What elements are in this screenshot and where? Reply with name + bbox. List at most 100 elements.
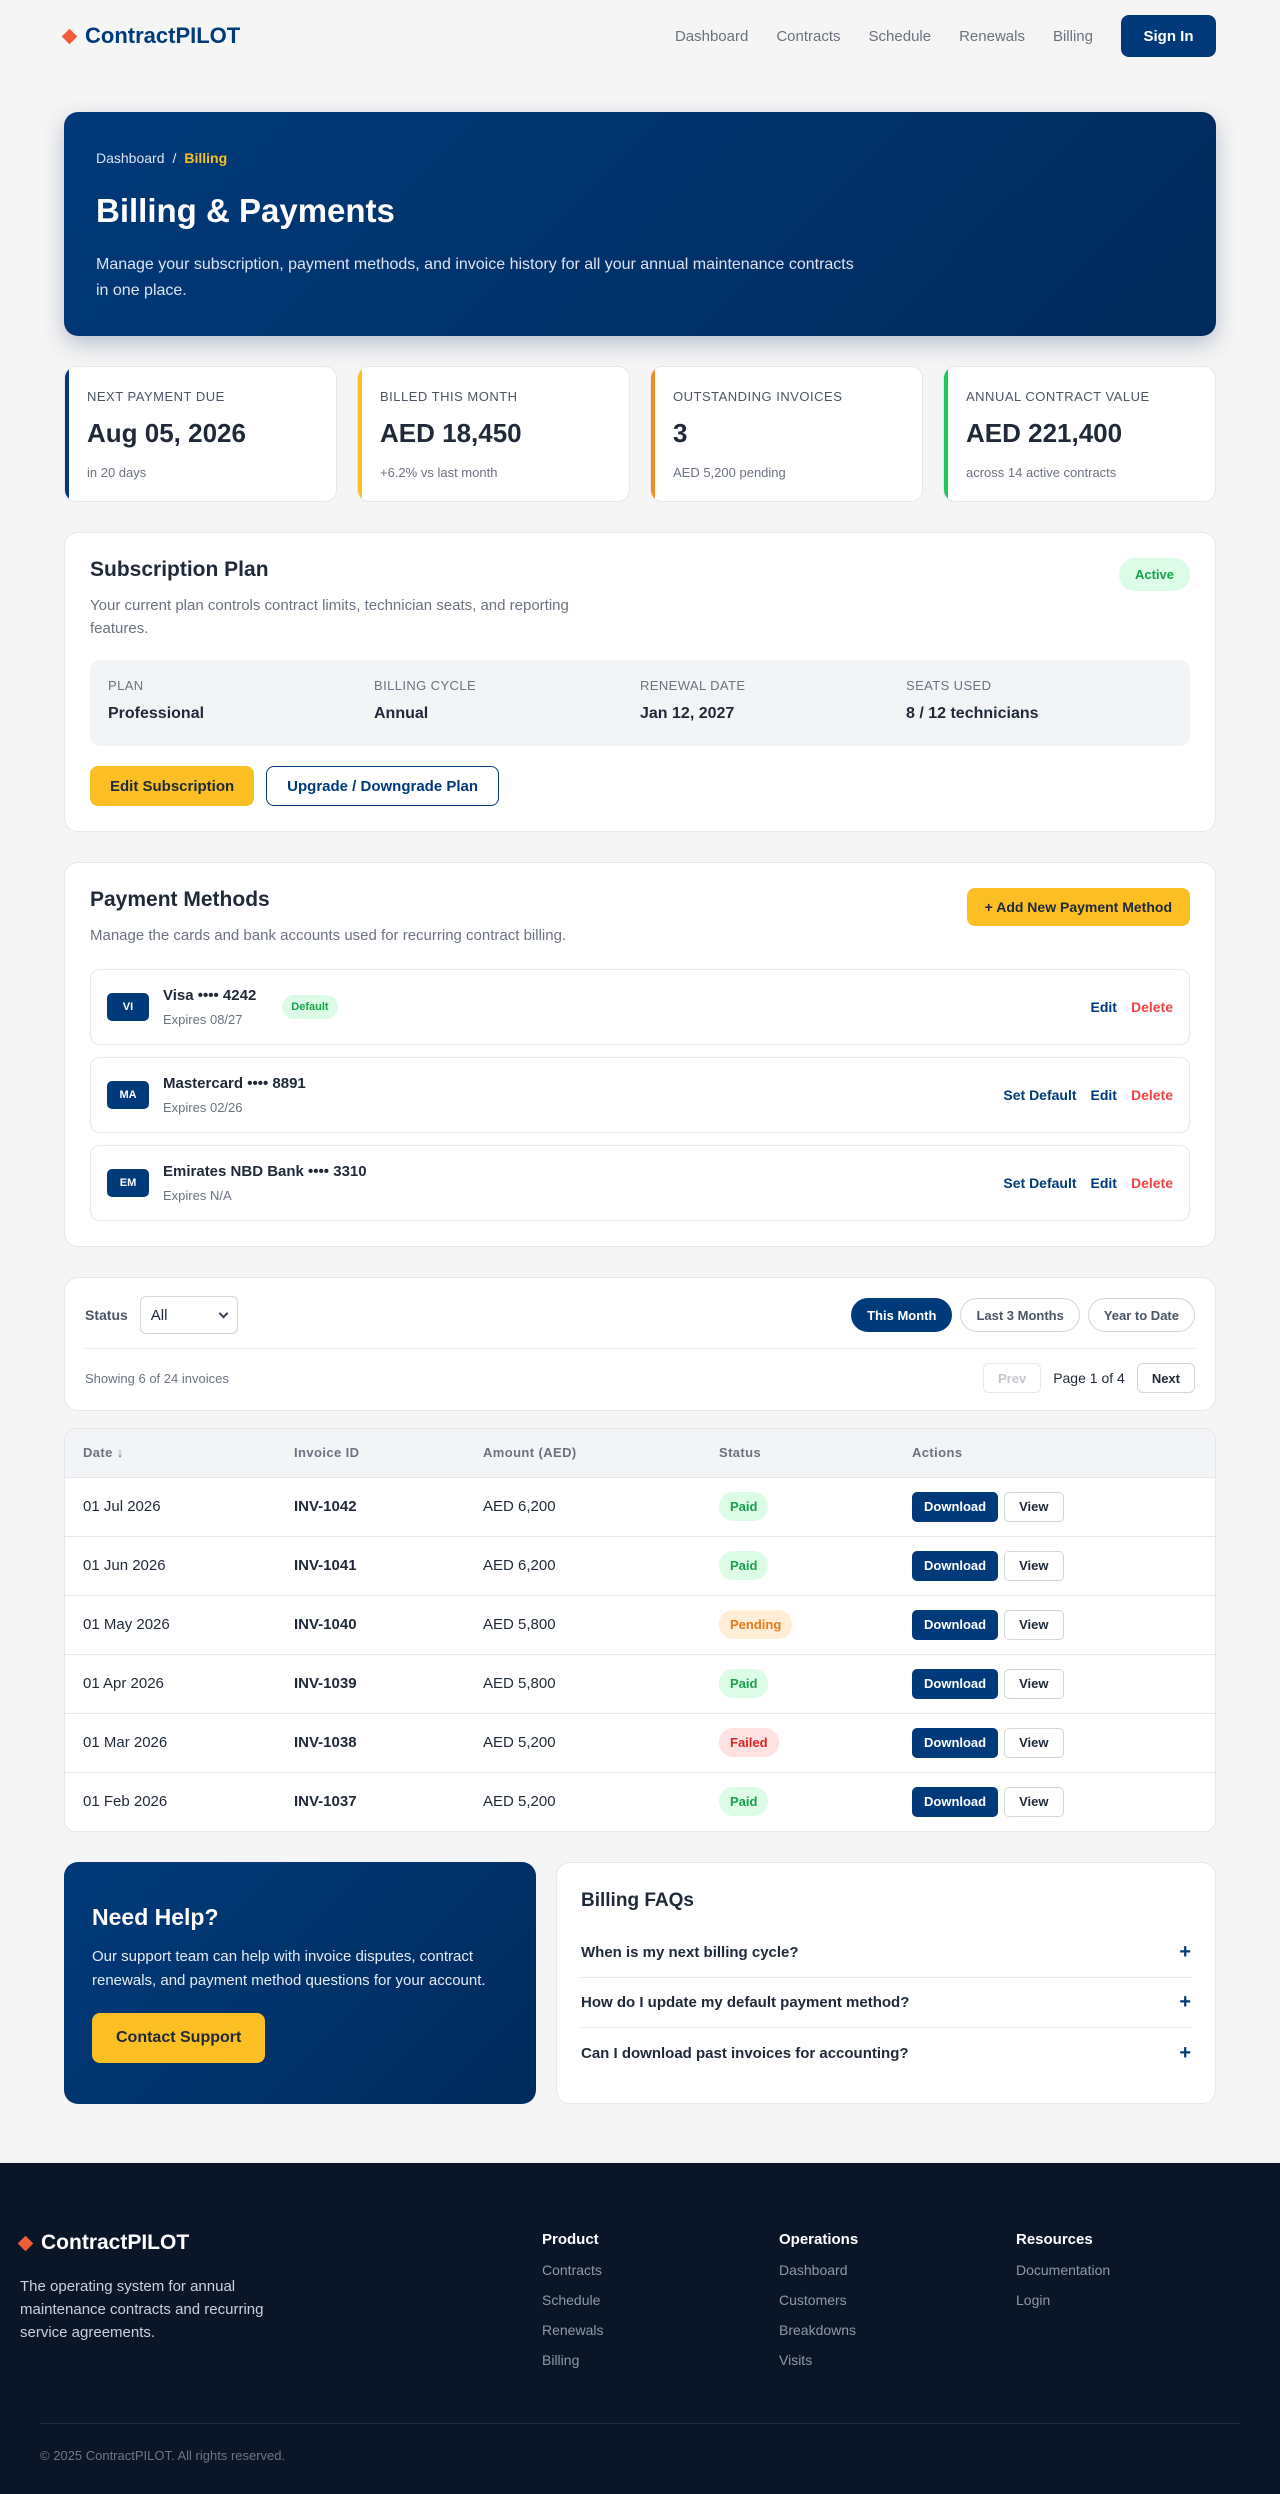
footer-link[interactable]: Documentation: [1016, 2262, 1253, 2278]
nav-contracts[interactable]: Contracts: [776, 28, 840, 45]
col-date[interactable]: Date ↓: [65, 1429, 276, 1477]
sign-in-button[interactable]: Sign In: [1121, 15, 1216, 57]
download-button[interactable]: Download: [912, 1609, 999, 1640]
delete-link[interactable]: Delete: [1131, 999, 1173, 1015]
faq-card: Billing FAQs When is my next billing cyc…: [556, 1862, 1216, 2104]
nav-billing[interactable]: Billing: [1053, 28, 1093, 45]
col-status-label: Status: [719, 1445, 762, 1461]
site-footer: ContractPILOT The operating system for a…: [0, 2163, 1280, 2494]
brand-logo[interactable]: ContractPILOT: [61, 23, 241, 49]
plus-icon: +: [1179, 2041, 1191, 2064]
view-button[interactable]: View: [1004, 1727, 1064, 1758]
faq-title: Billing FAQs: [581, 1890, 694, 1911]
copyright: © 2025 ContractPILOT. All rights reserve…: [40, 2423, 1240, 2463]
add-payment-method-button[interactable]: + Add New Payment Method: [966, 888, 1190, 926]
footer-brand-name: ContractPILOT: [41, 2231, 190, 2254]
set-default-link[interactable]: Set Default: [1003, 1175, 1076, 1191]
invoice-date: 01 Feb 2026: [65, 1771, 276, 1831]
edit-subscription-button[interactable]: Edit Subscription: [90, 766, 255, 806]
period-year-to-date[interactable]: Year to Date: [1087, 1298, 1195, 1332]
view-button[interactable]: View: [1004, 1491, 1064, 1522]
col-actions: Actions: [894, 1429, 1215, 1477]
footer-link[interactable]: Renewals: [542, 2322, 779, 2338]
page-indicator: Page 1 of 4: [1053, 1370, 1125, 1386]
faq-item[interactable]: Can I download past invoices for account…: [581, 2028, 1191, 2078]
brand-name: ContractPILOT: [85, 23, 241, 48]
edit-link[interactable]: Edit: [1091, 1087, 1117, 1103]
payment-method-expiry: Expires N/A: [163, 1188, 232, 1203]
plus-icon: +: [1179, 1941, 1191, 1963]
col-date-label: Date ↓: [83, 1445, 124, 1461]
footer-link[interactable]: Breakdowns: [779, 2322, 1016, 2338]
edit-link[interactable]: Edit: [1091, 1175, 1117, 1191]
payment-method-item: VI Visa •••• 4242 Expires 08/27 Default …: [90, 969, 1190, 1045]
footer-link[interactable]: Visits: [779, 2352, 1016, 2368]
status-select[interactable]: All: [139, 1296, 238, 1334]
nav-renewals[interactable]: Renewals: [959, 28, 1025, 45]
nav-schedule[interactable]: Schedule: [869, 28, 932, 45]
page-title: Billing & Payments: [96, 192, 395, 229]
stat-label: Next Payment Due: [87, 389, 225, 404]
table-row: 01 Apr 2026 INV-1039 AED 5,800 Paid Down…: [65, 1653, 1215, 1713]
upgrade-plan-button[interactable]: Upgrade / Downgrade Plan: [266, 766, 500, 806]
status-badge: Paid: [719, 1787, 769, 1817]
faq-item[interactable]: How do I update my default payment metho…: [581, 1978, 1191, 2028]
payment-method-name: Mastercard •••• 8891: [163, 1075, 306, 1092]
footer-link[interactable]: Schedule: [542, 2292, 779, 2308]
footer-column-product: Product Contracts Schedule Renewals Bill…: [542, 2231, 779, 2368]
table-header-row: Date ↓ Invoice ID Amount (AED) Status Ac…: [65, 1429, 1215, 1477]
faq-question: When is my next billing cycle?: [581, 1944, 799, 1961]
col-actions-label: Actions: [912, 1445, 963, 1461]
table-row: 01 Jun 2026 INV-1041 AED 6,200 Paid Down…: [65, 1535, 1215, 1595]
plan-value: Professional: [108, 705, 205, 722]
download-button[interactable]: Download: [912, 1727, 999, 1758]
nav-dashboard[interactable]: Dashboard: [675, 28, 748, 45]
period-last-3-months[interactable]: Last 3 Months: [960, 1298, 1080, 1332]
invoice-date: 01 Mar 2026: [65, 1712, 276, 1772]
download-button[interactable]: Download: [912, 1491, 999, 1522]
page-description: Manage your subscription, payment method…: [96, 256, 854, 299]
footer-description: The operating system for annual maintena…: [20, 2278, 264, 2341]
col-status: Status: [701, 1429, 894, 1477]
breadcrumb-home[interactable]: Dashboard: [96, 150, 165, 166]
contact-support-button[interactable]: Contact Support: [92, 2013, 266, 2063]
next-page-button[interactable]: Next: [1136, 1363, 1195, 1393]
invoice-id: INV-1038: [276, 1712, 465, 1772]
plan-label: Seats Used: [906, 678, 992, 693]
edit-link[interactable]: Edit: [1091, 999, 1117, 1015]
period-this-month[interactable]: This Month: [851, 1298, 953, 1332]
delete-link[interactable]: Delete: [1131, 1087, 1173, 1103]
download-button[interactable]: Download: [912, 1668, 999, 1699]
footer-link[interactable]: Customers: [779, 2292, 1016, 2308]
footer-link[interactable]: Contracts: [542, 2262, 779, 2278]
card-brand-icon: MA: [107, 1081, 149, 1109]
plus-icon: +: [1179, 1991, 1191, 2013]
invoice-amount: AED 6,200: [465, 1535, 701, 1595]
result-count: Showing 6 of 24 invoices: [85, 1370, 229, 1386]
invoice-amount: AED 5,800: [465, 1594, 701, 1654]
view-button[interactable]: View: [1004, 1786, 1064, 1817]
download-button[interactable]: Download: [912, 1550, 999, 1581]
stat-card-outstanding: Outstanding Invoices 3 AED 5,200 pending: [650, 366, 923, 502]
invoice-date: 01 Apr 2026: [65, 1653, 276, 1713]
diamond-logo-icon: [61, 28, 78, 44]
subscription-title: Subscription Plan: [90, 558, 269, 581]
set-default-link[interactable]: Set Default: [1003, 1087, 1076, 1103]
footer-logo[interactable]: ContractPILOT: [17, 2231, 542, 2255]
view-button[interactable]: View: [1004, 1668, 1064, 1699]
footer-link[interactable]: Billing: [542, 2352, 779, 2368]
view-button[interactable]: View: [1004, 1609, 1064, 1640]
faq-question: How do I update my default payment metho…: [581, 1994, 910, 2011]
payment-method-expiry: Expires 08/27: [163, 1012, 243, 1027]
footer-column-title: Operations: [779, 2231, 859, 2248]
prev-page-button[interactable]: Prev: [982, 1363, 1042, 1393]
status-select-value: All: [150, 1306, 168, 1324]
faq-item[interactable]: When is my next billing cycle? +: [581, 1928, 1191, 1978]
footer-link[interactable]: Dashboard: [779, 2262, 1016, 2278]
payment-methods-card: Payment Methods Manage the cards and ban…: [64, 862, 1216, 1247]
stat-value: AED 18,450: [380, 418, 522, 448]
download-button[interactable]: Download: [912, 1786, 999, 1817]
view-button[interactable]: View: [1004, 1550, 1064, 1581]
footer-link[interactable]: Login: [1016, 2292, 1253, 2308]
delete-link[interactable]: Delete: [1131, 1175, 1173, 1191]
